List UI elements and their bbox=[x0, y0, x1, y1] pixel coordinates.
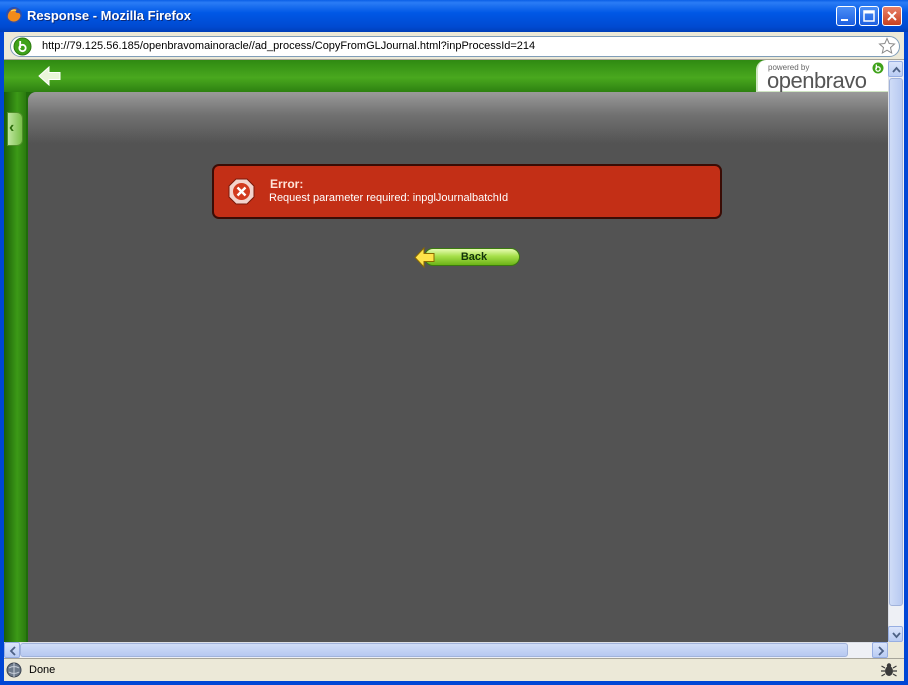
scroll-right-button[interactable] bbox=[872, 642, 888, 658]
scroll-left-button[interactable] bbox=[4, 642, 20, 658]
logo-badge-icon bbox=[872, 62, 884, 74]
maximize-button[interactable] bbox=[859, 6, 879, 26]
chevron-up-icon bbox=[892, 66, 901, 73]
chevron-right-icon bbox=[878, 646, 885, 656]
collapse-left-icon: ‹ bbox=[9, 119, 15, 136]
page-viewport: powered by openbravo ‹ Error: Request pa… bbox=[4, 60, 888, 642]
back-button[interactable]: Back bbox=[414, 247, 522, 268]
horizontal-scroll-thumb[interactable] bbox=[20, 643, 848, 657]
minimize-button[interactable] bbox=[836, 6, 856, 26]
status-text: Done bbox=[29, 664, 56, 676]
bug-icon[interactable] bbox=[880, 661, 898, 679]
vertical-scroll-thumb[interactable] bbox=[889, 78, 903, 606]
error-message: Request parameter required: inpglJournal… bbox=[269, 192, 509, 204]
content-header-shade bbox=[28, 92, 888, 144]
collapse-menu-tab[interactable]: ‹ bbox=[7, 112, 23, 146]
firefox-icon bbox=[6, 7, 22, 23]
scroll-up-button[interactable] bbox=[888, 61, 903, 77]
scroll-corner bbox=[888, 642, 904, 658]
url-text[interactable]: http://79.125.56.185/openbravomainoracle… bbox=[42, 40, 535, 52]
status-bar bbox=[4, 658, 904, 681]
left-sidebar-strip bbox=[4, 92, 26, 642]
bookmark-star-icon[interactable] bbox=[878, 37, 896, 55]
error-title: Error: bbox=[270, 177, 304, 191]
status-globe-icon bbox=[6, 662, 22, 678]
maximize-icon bbox=[863, 10, 875, 22]
content-area: Error: Request parameter required: inpgl… bbox=[28, 92, 888, 642]
scroll-down-button[interactable] bbox=[888, 626, 903, 642]
minimize-icon bbox=[841, 19, 848, 21]
chevron-left-icon bbox=[9, 646, 16, 656]
close-button[interactable] bbox=[882, 6, 902, 26]
window-frame-right bbox=[904, 32, 908, 685]
window-title: Response - Mozilla Firefox bbox=[27, 8, 191, 23]
site-identity-icon[interactable] bbox=[13, 37, 32, 56]
close-icon bbox=[887, 11, 897, 21]
error-x-icon bbox=[228, 178, 255, 205]
back-button-label: Back bbox=[460, 251, 488, 263]
logo-text: openbravo bbox=[767, 68, 867, 93]
window-frame-bottom bbox=[0, 681, 908, 685]
chevron-down-icon bbox=[892, 632, 901, 639]
back-arrow-icon[interactable] bbox=[38, 66, 62, 86]
